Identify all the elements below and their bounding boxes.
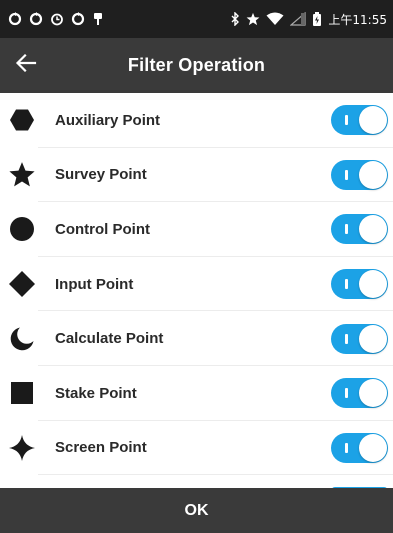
star-icon (246, 12, 260, 26)
filter-label: Screen Point (55, 439, 147, 457)
toggle-on-indicator (345, 169, 348, 180)
alarm-icon (50, 12, 64, 26)
filter-label: Stake Point (55, 384, 137, 402)
wifi-icon (266, 12, 284, 26)
auxiliary-point-toggle[interactable] (331, 105, 388, 136)
filter-label: Survey Point (55, 166, 147, 184)
toggle-on-indicator (345, 442, 348, 453)
toggle-knob (359, 160, 387, 189)
toggle-on-indicator (345, 224, 348, 235)
row-divider (38, 474, 393, 476)
status-notification-icons (8, 12, 104, 26)
circle-icon (8, 215, 36, 243)
screen-point-toggle[interactable] (331, 432, 388, 463)
sync-icon (29, 12, 43, 26)
toggle-knob (359, 270, 387, 299)
signal-icon (290, 12, 307, 26)
filter-label: Calculate Point (55, 330, 164, 348)
square-icon (8, 379, 36, 407)
diamond-icon (8, 270, 36, 298)
filter-row-calculate-point: Calculate Point (0, 311, 393, 366)
usb-icon (92, 12, 104, 26)
status-system-icons: 上午11:55 (230, 11, 387, 28)
toggle-on-indicator (345, 279, 348, 290)
input-point-toggle[interactable] (331, 269, 388, 300)
crescent-moon-icon (8, 325, 36, 353)
four-point-star-icon (8, 434, 36, 462)
filter-label: Input Point (55, 275, 134, 293)
toggle-on-indicator (345, 333, 348, 344)
arrow-left-icon (15, 53, 37, 77)
filter-list[interactable]: Auxiliary Point Survey Point Control Poi… (0, 93, 393, 488)
filter-row-stake-point: Stake Point (0, 366, 393, 421)
filter-label: Auxiliary Point (55, 111, 161, 129)
filter-row-screen-point: Screen Point (0, 421, 393, 476)
page-title: Filter Operation (127, 55, 266, 75)
filter-label: Control Point (55, 220, 150, 238)
sync-icon (71, 12, 85, 26)
status-time: 上午11:55 (328, 12, 387, 27)
ok-label: OK (184, 501, 209, 519)
toggle-knob (359, 324, 387, 353)
sync-icon (8, 12, 22, 26)
control-point-toggle[interactable] (331, 214, 388, 245)
toggle-on-indicator (345, 388, 348, 399)
hexagon-icon (8, 106, 36, 134)
filter-row-input-point: Input Point (0, 257, 393, 312)
survey-point-toggle[interactable] (331, 159, 388, 190)
back-button[interactable] (0, 38, 52, 93)
toggle-knob (359, 433, 387, 462)
bluetooth-icon (230, 12, 240, 26)
toggle-knob (359, 379, 387, 408)
filter-row-survey-point: Survey Point (0, 148, 393, 203)
battery-icon (312, 12, 322, 26)
ok-button[interactable]: OK (0, 488, 393, 533)
toggle-knob (359, 106, 387, 135)
calculate-point-toggle[interactable] (331, 323, 388, 354)
star-icon (8, 161, 36, 189)
title-bar: Filter Operation (0, 38, 393, 93)
filter-operation-screen: 上午11:55 Filter Operation Auxiliary Point (0, 0, 393, 533)
status-bar: 上午11:55 (0, 0, 393, 38)
filter-row-auxiliary-point: Auxiliary Point (0, 93, 393, 148)
filter-row-control-point: Control Point (0, 202, 393, 257)
stake-point-toggle[interactable] (331, 378, 388, 409)
toggle-on-indicator (345, 115, 348, 126)
toggle-knob (359, 215, 387, 244)
